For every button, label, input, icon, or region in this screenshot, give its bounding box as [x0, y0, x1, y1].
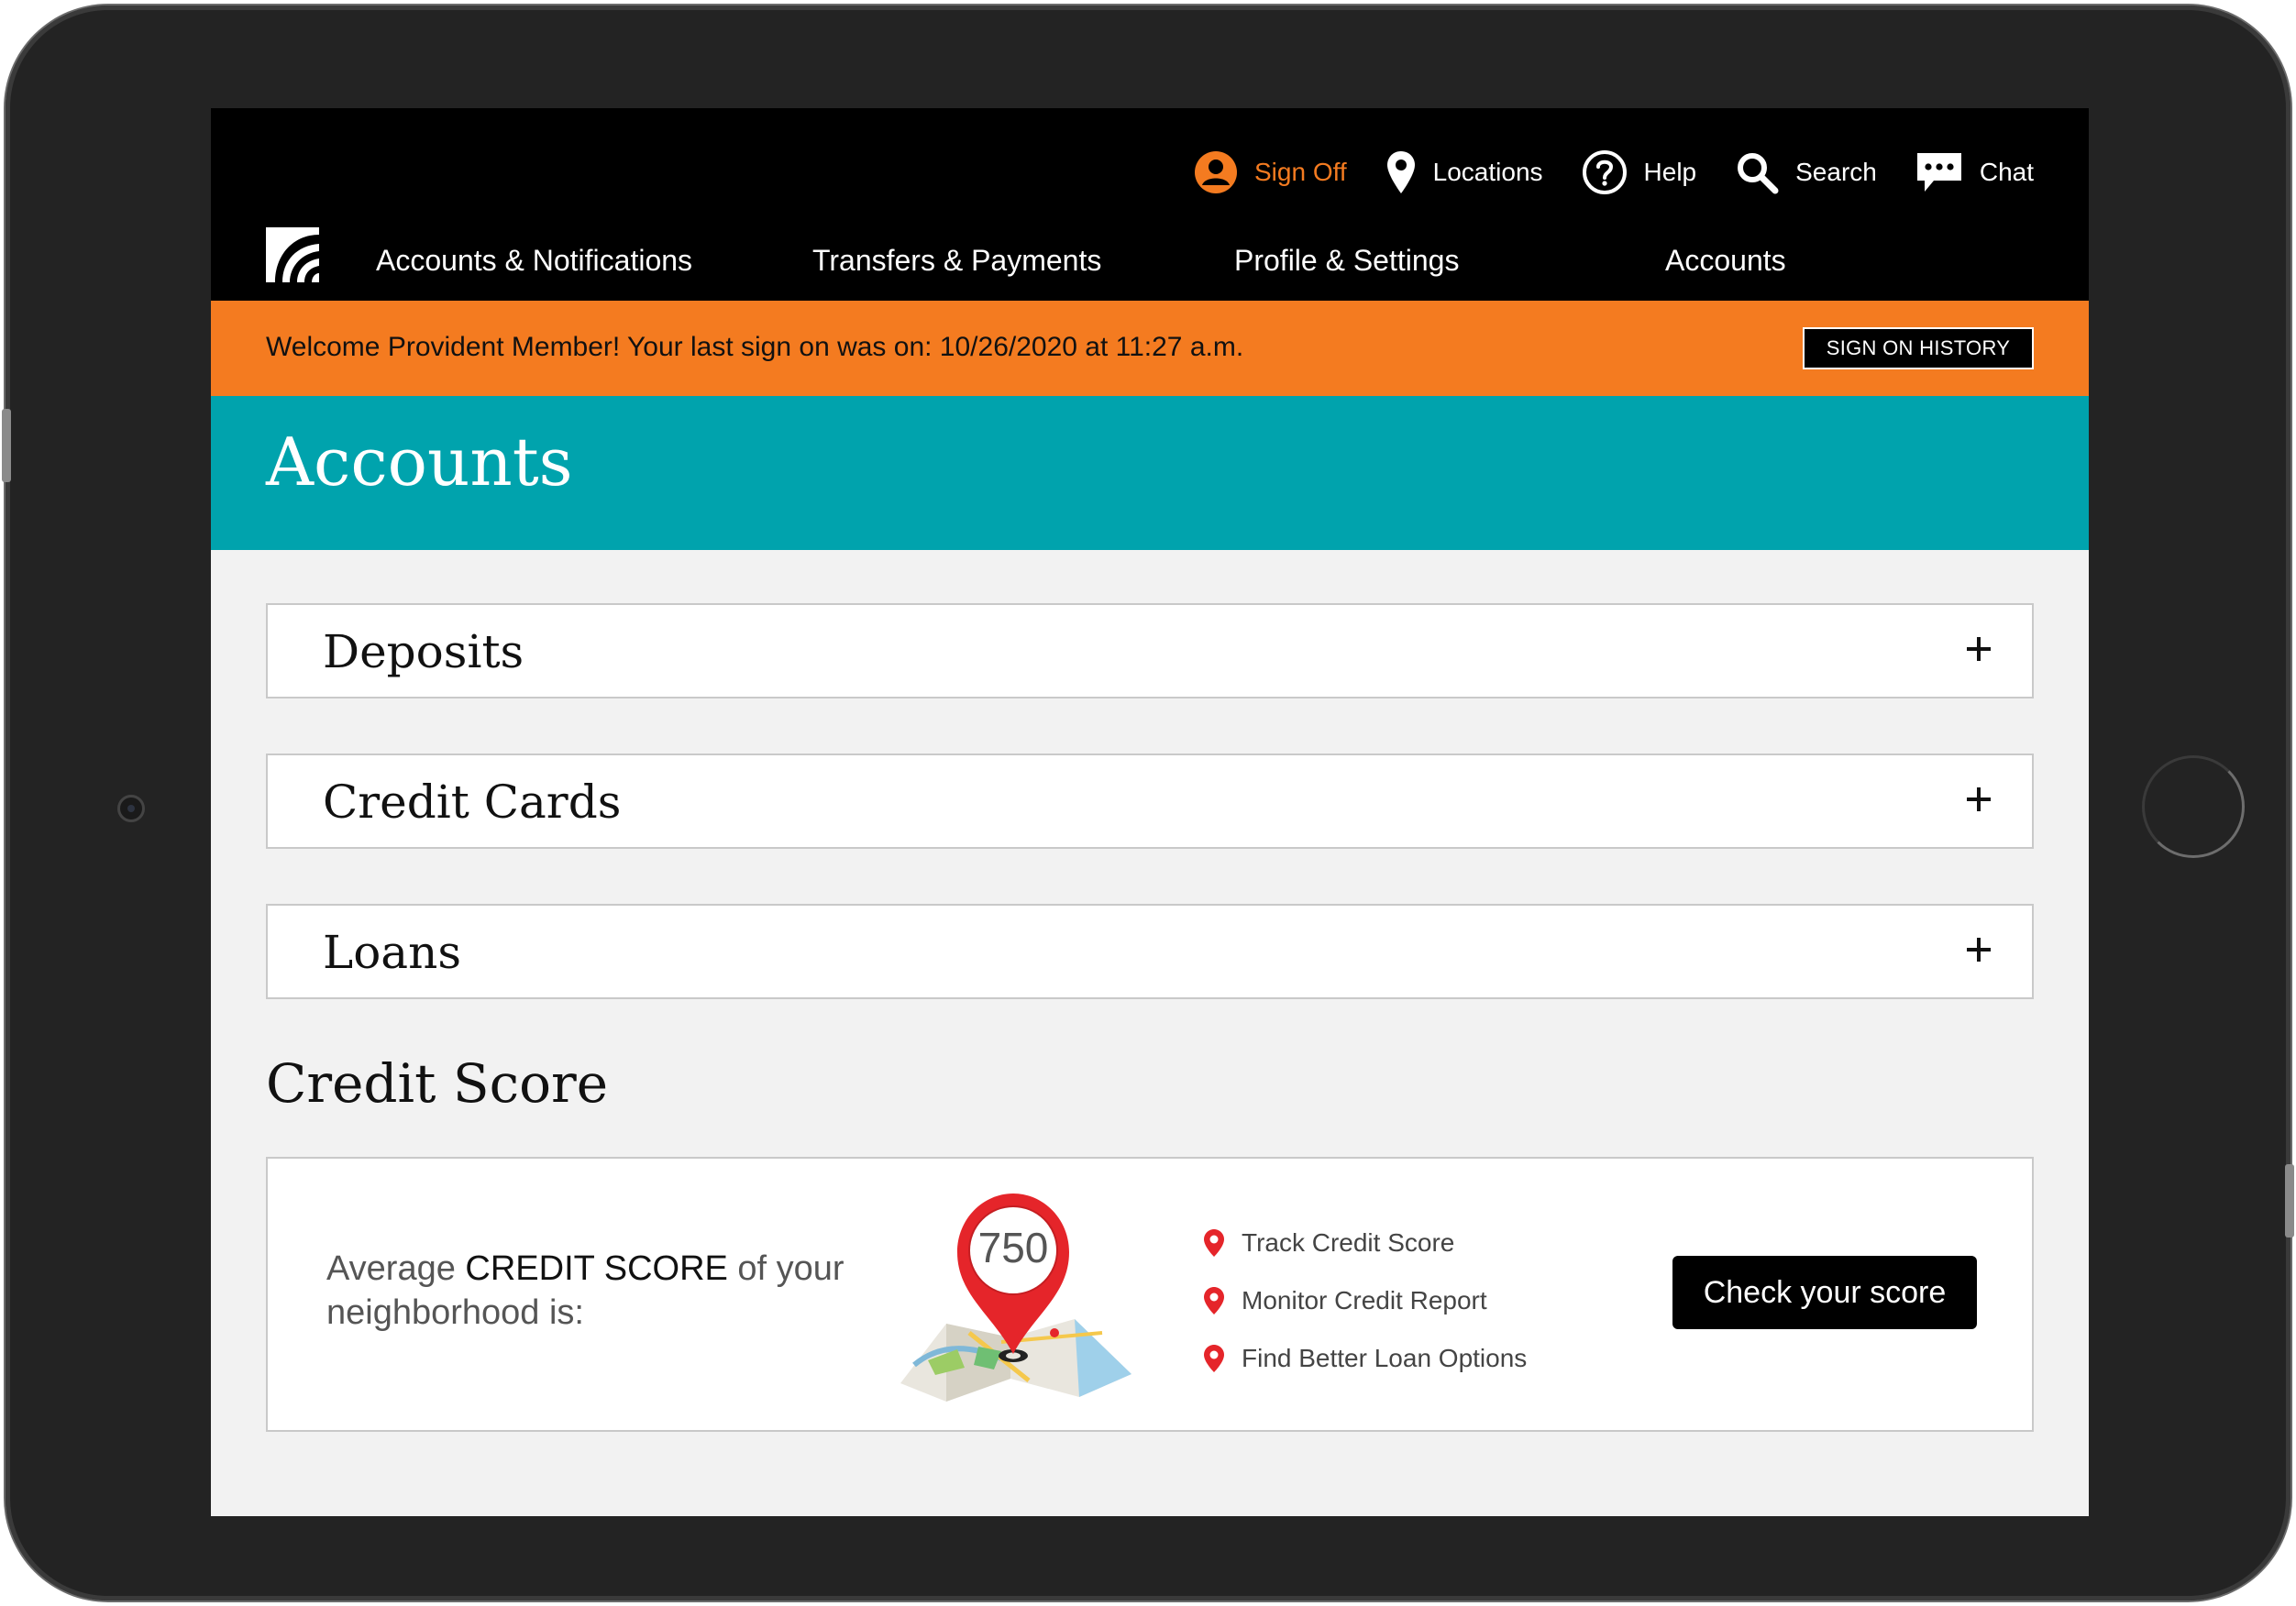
- plus-icon[interactable]: [1962, 783, 1995, 816]
- feature-label: Monitor Credit Report: [1242, 1285, 1487, 1314]
- welcome-message: Welcome Provident Member! Your last sign…: [266, 332, 1244, 362]
- accordion-loans[interactable]: Loans: [266, 904, 2034, 999]
- nav-accounts[interactable]: Accounts: [1665, 244, 1786, 278]
- feature-item: Find Better Loan Options: [1203, 1329, 1527, 1387]
- credit-score-panel: Average CREDIT SCORE of your neighborhoo…: [266, 1157, 2034, 1432]
- average-score-text: Average CREDIT SCORE of your neighborhoo…: [326, 1247, 895, 1335]
- search-icon: [1738, 153, 1779, 194]
- search-label: Search: [1795, 158, 1877, 186]
- sign-off-link[interactable]: Sign Off: [1194, 150, 1347, 194]
- chat-label: Chat: [1979, 158, 2034, 186]
- location-pin-icon: [1386, 151, 1415, 193]
- credit-score-value: 750: [977, 1224, 1049, 1271]
- help-label: Help: [1643, 158, 1697, 186]
- credit-score-heading: Credit Score: [266, 1052, 609, 1115]
- camera: [117, 795, 145, 822]
- chat-icon: [1916, 153, 1961, 192]
- credit-score-map-graphic: 750: [891, 1186, 1139, 1406]
- screen: Sign Off Locations Help Search Chat Acco…: [211, 108, 2089, 1516]
- page-title: Accounts: [266, 424, 573, 500]
- check-score-button[interactable]: Check your score: [1672, 1256, 1977, 1329]
- locations-link[interactable]: Locations: [1385, 149, 1543, 195]
- plus-icon[interactable]: [1962, 933, 1995, 966]
- tablet-volume-button: [2285, 1164, 2294, 1238]
- average-text-prefix: Average: [326, 1249, 466, 1288]
- map-pin-icon: [1204, 1344, 1224, 1372]
- sign-on-history-button[interactable]: SIGN ON HISTORY: [1803, 327, 2034, 369]
- tablet-frame: Sign Off Locations Help Search Chat Acco…: [2, 6, 2294, 1600]
- title-banner: Accounts: [211, 396, 2089, 550]
- provident-logo[interactable]: [266, 227, 321, 282]
- map-pin-icon: [1204, 1228, 1224, 1257]
- help-link[interactable]: Help: [1582, 149, 1697, 195]
- feature-item: Monitor Credit Report: [1203, 1271, 1527, 1329]
- nav-accounts-notifications[interactable]: Accounts & Notifications: [376, 244, 692, 278]
- plus-icon[interactable]: [1962, 632, 1995, 666]
- map-pin-icon: [1204, 1286, 1224, 1314]
- sign-off-label: Sign Off: [1254, 158, 1347, 186]
- welcome-banner: Welcome Provident Member! Your last sign…: [211, 301, 2089, 396]
- accordion-label: Loans: [323, 926, 461, 979]
- feature-label: Track Credit Score: [1242, 1227, 1455, 1257]
- search-link[interactable]: Search: [1735, 150, 1877, 194]
- feature-list: Track Credit Score Monitor Credit Report…: [1203, 1214, 1527, 1387]
- locations-label: Locations: [1432, 158, 1543, 186]
- feature-item: Track Credit Score: [1203, 1214, 1527, 1271]
- accordion-credit-cards[interactable]: Credit Cards: [266, 754, 2034, 849]
- accordion-label: Deposits: [323, 625, 524, 678]
- feature-label: Find Better Loan Options: [1242, 1343, 1528, 1372]
- tablet-side-button: [2, 409, 11, 482]
- chat-link[interactable]: Chat: [1915, 149, 2034, 195]
- map-illustration: [900, 1194, 1131, 1402]
- help-icon: [1582, 150, 1627, 194]
- home-button[interactable]: [2142, 755, 2245, 858]
- user-icon: [1195, 151, 1237, 193]
- nav-transfers-payments[interactable]: Transfers & Payments: [812, 244, 1101, 278]
- average-text-strong: CREDIT SCORE: [465, 1249, 728, 1288]
- accordion-deposits[interactable]: Deposits: [266, 603, 2034, 698]
- utility-nav: Sign Off Locations Help Search Chat: [1194, 145, 2034, 200]
- nav-profile-settings[interactable]: Profile & Settings: [1234, 244, 1459, 278]
- header: Sign Off Locations Help Search Chat Acco…: [211, 108, 2089, 301]
- accordion-label: Credit Cards: [323, 776, 622, 829]
